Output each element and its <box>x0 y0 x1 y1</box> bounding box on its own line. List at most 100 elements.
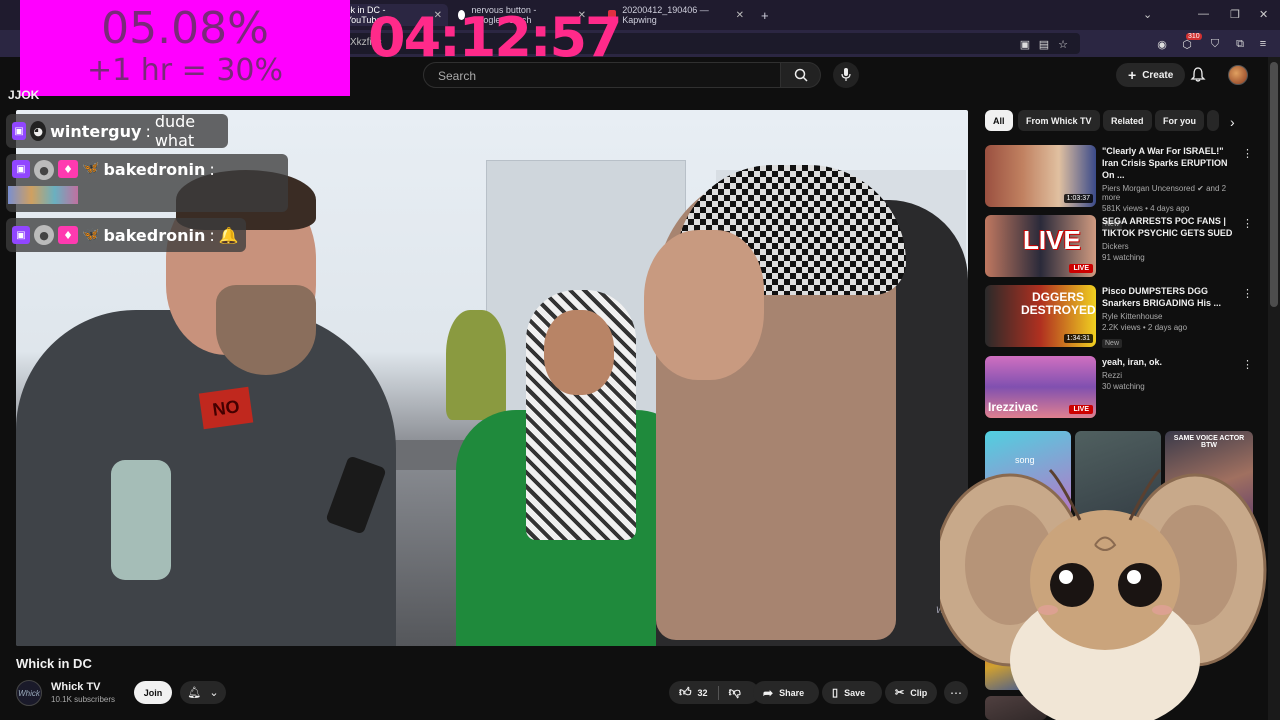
recommendation-channel: Ryle Kittenhouse <box>1102 312 1163 321</box>
gem-badge-icon: ♦ <box>58 226 78 244</box>
share-arrow-icon: ➦ <box>763 685 774 700</box>
chat-text: 🔔 <box>218 225 239 245</box>
share-button[interactable]: ➦ Share <box>753 681 819 704</box>
chip-truncated[interactable] <box>1207 110 1219 131</box>
scrollbar-thumb[interactable] <box>1270 62 1278 307</box>
user-avatar[interactable] <box>1228 65 1248 85</box>
thumbnail-text: DGGERS DESTROYED <box>1021 290 1096 317</box>
moth-badge-icon: 🦋 <box>82 160 100 176</box>
bell-icon <box>1190 67 1206 82</box>
chip-all[interactable]: All <box>985 110 1013 131</box>
divider <box>717 685 719 700</box>
chip-for-you[interactable]: For you <box>1155 110 1204 131</box>
clip-label: Clip <box>910 687 928 698</box>
shield-icon[interactable]: ⛉ <box>1208 37 1222 51</box>
save-icon: ▯ <box>832 687 839 699</box>
verified-icon: ✔ <box>1197 184 1204 193</box>
thumbnail-text: Irezzivac <box>988 400 1039 414</box>
search-icon <box>794 68 808 82</box>
twitch-icon: ▣ <box>12 226 30 244</box>
save-label: Save <box>844 687 866 698</box>
user-silhouette-icon: ● <box>34 160 54 180</box>
twitch-icon: ▣ <box>12 160 30 178</box>
create-label: Create <box>1142 69 1174 81</box>
chip-from-whick-tv[interactable]: From Whick TV <box>1018 110 1100 131</box>
chip-scroll-right-icon[interactable]: › <box>1230 114 1235 130</box>
user-silhouette-icon: ● <box>34 225 54 245</box>
more-options-icon[interactable]: ⋮ <box>1242 287 1253 300</box>
recommendation-meta: 2.2K views • 2 days ago <box>1102 323 1188 332</box>
reader-icon[interactable]: ▤ <box>1037 37 1051 51</box>
moth-avatar <box>940 468 1267 720</box>
gem-badge-icon: ♦ <box>58 160 78 178</box>
recommendation-item[interactable]: LIVE LIVE SEGA ARRESTS POC FANS | TIKTOK… <box>985 215 1265 279</box>
recommendation-title: SEGA ARRESTS POC FANS | TIKTOK PSYCHIC G… <box>1102 216 1233 238</box>
video-thumbnail: DGGERS DESTROYED 1:34:31 <box>985 285 1096 347</box>
menu-icon[interactable]: ≡ <box>1256 37 1270 51</box>
scissors-icon: ✂ <box>895 687 905 699</box>
search-button[interactable] <box>781 62 821 88</box>
maximize-icon[interactable]: ❐ <box>1230 8 1240 21</box>
join-button[interactable]: Join <box>134 681 172 704</box>
close-window-icon[interactable]: ✕ <box>1259 8 1268 21</box>
account-icon[interactable]: ◉ <box>1155 37 1169 51</box>
like-count: 32 <box>697 687 708 698</box>
man-beard <box>216 285 316 375</box>
bookmark-star-icon[interactable]: ☆ <box>1056 37 1070 51</box>
recommendation-info: yeah, iran, ok. Rezzi 30 watching <box>1102 356 1242 391</box>
new-tab-button[interactable]: + <box>755 4 775 26</box>
like-button[interactable]: 👍︎ 32 <box>679 685 708 700</box>
video-thumbnail: 1:03:37 <box>985 145 1096 207</box>
countdown-timer: 04:12:57 <box>368 6 623 69</box>
subscriber-count: 10.1K subscribers <box>51 695 116 704</box>
percent-value: 05.08% <box>101 3 269 54</box>
channel-avatar[interactable]: Whick <box>16 680 42 706</box>
tab-kapwing[interactable]: 20200412_190406 — Kapwing ✕ <box>602 4 750 26</box>
more-options-icon[interactable]: ⋮ <box>1242 217 1253 230</box>
close-tab-icon[interactable]: ✕ <box>736 10 744 21</box>
chat-message: ▣ ◕ winterguy: dude what <box>6 112 228 150</box>
moth-badge-icon: 🦋 <box>82 227 100 243</box>
dislike-button[interactable]: 👎︎ <box>729 685 741 700</box>
more-options-icon[interactable]: ⋮ <box>1242 147 1253 160</box>
chevron-down-icon: ⌄ <box>209 687 219 699</box>
chat-message: ▣ ● ♦ 🦋 bakedronin: 🔔 <box>6 218 246 252</box>
recommendation-meta: 91 watching <box>1102 253 1145 262</box>
save-button[interactable]: ▯ Save <box>822 681 882 704</box>
chip-related[interactable]: Related <box>1103 110 1152 131</box>
video-title: Whick in DC <box>16 656 92 671</box>
voice-search-button[interactable] <box>833 62 859 88</box>
video-thumbnail: Irezzivac LIVE <box>985 356 1096 418</box>
chat-message: ▣ ● ♦ 🦋 bakedronin: <box>6 154 288 212</box>
woman-face <box>544 310 614 395</box>
percent-overlay: 05.08% +1 hr = 30% <box>20 0 350 96</box>
tab-list-chevron-icon[interactable]: ⌄ <box>1143 8 1152 21</box>
share-label: Share <box>779 687 805 698</box>
twitch-icon: ▣ <box>12 122 27 140</box>
subscription-notification-button[interactable]: 🔔︎ ⌄ <box>180 681 226 704</box>
create-button[interactable]: + Create <box>1116 63 1186 87</box>
puzzle-icon[interactable]: ⧉ <box>1233 37 1247 51</box>
video-thumbnail: LIVE LIVE <box>985 215 1096 277</box>
thumbs-down-icon: 👎︎ <box>728 685 741 699</box>
recommendation-item[interactable]: 1:03:37 "Clearly A War For ISRAEL!" Iran… <box>985 145 1265 229</box>
screenshot-icon[interactable]: ▣ <box>1018 37 1032 51</box>
more-options-icon[interactable]: ⋮ <box>1242 358 1253 371</box>
man-hoodie <box>16 310 396 646</box>
plus-icon: + <box>1128 67 1137 83</box>
recommendation-channel: Piers Morgan Uncensored ✔ and 2 more <box>1102 184 1227 202</box>
channel-name[interactable]: Whick TV <box>51 681 101 693</box>
duration-badge: 1:03:37 <box>1063 194 1093 203</box>
recommendation-item[interactable]: Irezzivac LIVE yeah, iran, ok. Rezzi 30 … <box>985 356 1265 420</box>
recommendation-channel: Dickers <box>1102 242 1129 251</box>
emote-image <box>8 186 78 204</box>
minimize-icon[interactable]: — <box>1198 8 1209 20</box>
recommendation-item[interactable]: DGGERS DESTROYED 1:34:31 Pisco DUMPSTERS… <box>985 285 1265 349</box>
clip-button[interactable]: ✂ Clip <box>885 681 937 704</box>
chat-colon: : <box>145 121 151 141</box>
hoodie-sign: NO <box>198 386 254 430</box>
chat-username: bakedronin <box>103 225 206 245</box>
duration-badge: 1:34:31 <box>1063 334 1093 343</box>
notifications-button[interactable] <box>1190 67 1206 88</box>
recommendation-title: "Clearly A War For ISRAEL!" Iran Crisis … <box>1102 146 1228 180</box>
